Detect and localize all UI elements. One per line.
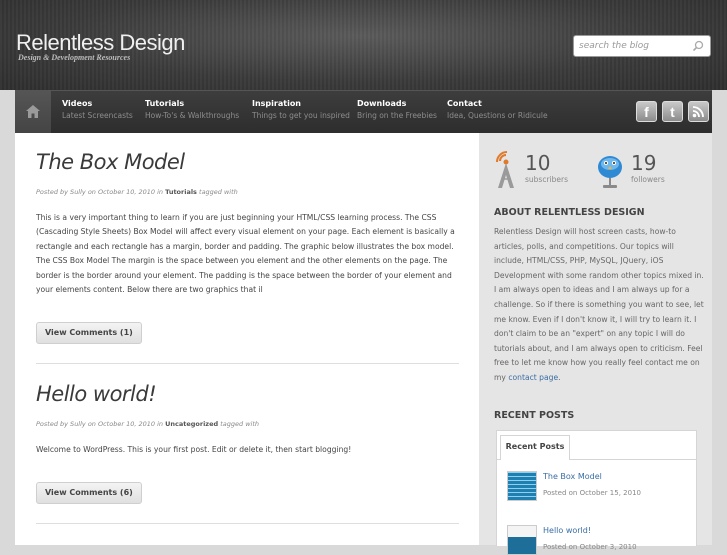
home-button[interactable] xyxy=(15,91,51,134)
facebook-icon[interactable]: f xyxy=(636,101,657,122)
nav-item-title: Tutorials xyxy=(145,99,185,108)
main-nav: Videos Latest Screencasts Tutorials How-… xyxy=(15,90,712,134)
post-title[interactable]: Hello world! xyxy=(36,382,459,406)
view-comments-button[interactable]: View Comments (1) xyxy=(36,322,142,344)
rss-glyph xyxy=(692,106,704,118)
post-divider xyxy=(36,363,459,364)
nav-item-title: Downloads xyxy=(357,99,407,108)
main-content: The Box Model Posted by Sully on October… xyxy=(15,133,479,545)
about-heading: ABOUT RELENTLESS DESIGN xyxy=(494,207,645,218)
twitter-icon[interactable]: t xyxy=(662,101,683,122)
nav-item-subtitle: Idea, Questions or Ridicule xyxy=(447,111,548,120)
nav-item-title: Contact xyxy=(447,99,482,108)
recent-post-date: Posted on October 15, 2010 xyxy=(543,489,641,497)
view-comments-button[interactable]: View Comments (6) xyxy=(36,482,142,504)
nav-item-title: Inspiration xyxy=(252,99,302,108)
search-box[interactable] xyxy=(573,35,711,57)
nav-item-subtitle: Things to get you inspired xyxy=(252,111,350,120)
nav-item-contact[interactable]: Contact Idea, Questions or Ridicule xyxy=(447,99,548,120)
nav-item-subtitle: Bring on the Freebies xyxy=(357,111,437,120)
twitter-bird-icon[interactable] xyxy=(595,151,625,189)
sidebar: 10 subscribers 19 followers ABOUT RELENT… xyxy=(479,133,712,555)
nav-item-subtitle: How-To's & Walkthroughs xyxy=(145,111,240,120)
post-category-link[interactable]: Uncategorized xyxy=(165,420,218,428)
about-end: . xyxy=(558,372,561,382)
post-meta-text: Posted by Sully on October 10, 2010 in xyxy=(36,420,164,428)
post-excerpt: Welcome to WordPress. This is your first… xyxy=(36,445,352,454)
post: Hello world! Posted by Sully on October … xyxy=(36,382,459,504)
post-thumbnail[interactable] xyxy=(507,471,537,501)
post-excerpt: This is a very important thing to learn … xyxy=(36,213,455,295)
post-thumbnail[interactable] xyxy=(507,525,537,555)
about-body: Relentless Design will host screen casts… xyxy=(494,227,704,382)
follower-label: followers xyxy=(631,175,665,184)
recent-posts-heading: RECENT POSTS xyxy=(494,410,575,421)
nav-item-tutorials[interactable]: Tutorials How-To's & Walkthroughs xyxy=(145,99,239,120)
post-category-link[interactable]: Tutorials xyxy=(165,188,197,196)
post-meta-text: Posted by Sully on October 10, 2010 in xyxy=(36,188,164,196)
post-divider xyxy=(36,523,459,524)
about-text: Relentless Design will host screen casts… xyxy=(494,225,704,386)
search-icon[interactable] xyxy=(692,40,704,52)
recent-post-date: Posted on October 3, 2010 xyxy=(543,543,637,551)
site-header: Relentless Design Design & Development R… xyxy=(0,0,727,90)
search-input[interactable] xyxy=(579,39,687,53)
follower-count: 19 xyxy=(631,151,657,175)
recent-posts-widget: Recent Posts The Box Model Posted on Oct… xyxy=(496,430,697,555)
post-meta-suffix: tagged with xyxy=(199,188,238,196)
rss-tower-icon[interactable] xyxy=(494,151,518,189)
site-tagline: Design & Development Resources xyxy=(18,53,131,62)
nav-item-inspiration[interactable]: Inspiration Things to get you inspired xyxy=(252,99,350,120)
post-meta: Posted by Sully on October 10, 2010 in T… xyxy=(36,188,459,196)
nav-item-downloads[interactable]: Downloads Bring on the Freebies xyxy=(357,99,437,120)
subscriber-label: subscribers xyxy=(525,175,568,184)
recent-post-link[interactable]: The Box Model xyxy=(543,472,602,481)
tab-recent-posts[interactable]: Recent Posts xyxy=(500,435,570,460)
recent-post-link[interactable]: Hello world! xyxy=(543,526,591,535)
nav-item-subtitle: Latest Screencasts xyxy=(62,111,133,120)
post: The Box Model Posted by Sully on October… xyxy=(36,150,459,344)
post-title[interactable]: The Box Model xyxy=(36,150,459,174)
home-icon xyxy=(26,105,40,118)
nav-item-title: Videos xyxy=(62,99,93,108)
post-meta: Posted by Sully on October 10, 2010 in U… xyxy=(36,420,459,428)
contact-page-link[interactable]: contact page xyxy=(508,373,558,382)
nav-item-videos[interactable]: Videos Latest Screencasts xyxy=(62,99,133,120)
rss-icon[interactable] xyxy=(688,101,709,122)
post-meta-suffix: tagged with xyxy=(220,420,259,428)
subscriber-count: 10 xyxy=(525,151,551,175)
